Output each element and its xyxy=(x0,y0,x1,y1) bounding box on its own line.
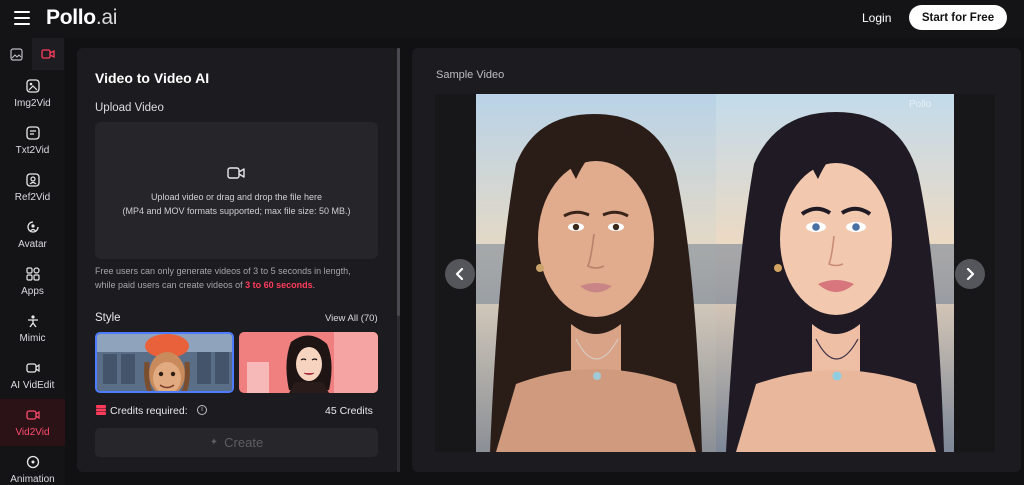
rail-item-ref2vid[interactable]: Ref2Vid xyxy=(0,164,65,211)
side-rail: Img2Vid Txt2Vid Ref2Vid Avatar Apps Mimi… xyxy=(0,38,65,485)
rail-item-apps[interactable]: Apps xyxy=(0,258,65,305)
animation-icon xyxy=(25,454,41,470)
rail-item-label: Ref2Vid xyxy=(14,192,51,203)
sample-video-stylized[interactable] xyxy=(716,94,954,452)
rail-item-avatar[interactable]: Avatar xyxy=(0,211,65,258)
rail-item-vid2vid[interactable]: Vid2Vid xyxy=(0,399,65,446)
note-suffix: . xyxy=(312,280,316,290)
sample-video-label: Sample Video xyxy=(436,69,505,81)
reference-video-icon xyxy=(25,172,41,188)
dropzone-instructions: Upload video or drag and drop the file h… xyxy=(150,192,323,202)
upload-video-label: Upload Video xyxy=(95,102,164,114)
logo-main: Pollo xyxy=(46,6,96,29)
length-note: Free users can only generate videos of 3… xyxy=(95,266,351,276)
panel-scrollbar-thumb[interactable] xyxy=(397,48,400,316)
sample-video-original[interactable] xyxy=(476,94,716,452)
start-for-free-button[interactable]: Start for Free xyxy=(909,5,1007,30)
rail-item-animation[interactable]: Animation xyxy=(0,446,65,485)
note-prefix: while paid users can create videos of xyxy=(95,280,246,290)
mimic-icon xyxy=(25,313,41,329)
apps-icon xyxy=(25,266,41,282)
logo[interactable]: Pollo.ai xyxy=(46,6,117,30)
login-link[interactable]: Login xyxy=(862,11,891,25)
rail-item-label: Apps xyxy=(21,286,44,297)
video-to-video-icon xyxy=(25,407,41,423)
style-thumbnail-comic[interactable] xyxy=(239,332,378,393)
chevron-right-icon xyxy=(966,268,975,280)
style-label: Style xyxy=(95,312,121,324)
rail-item-img2vid[interactable]: Img2Vid xyxy=(0,70,65,117)
avatar-icon xyxy=(25,219,41,235)
rail-item-label: AI VidEdit xyxy=(10,380,55,391)
rail-item-txt2vid[interactable]: Txt2Vid xyxy=(0,117,65,164)
menu-icon[interactable] xyxy=(14,11,30,25)
rail-item-mimic[interactable]: Mimic xyxy=(0,305,65,352)
image-mode-icon[interactable] xyxy=(0,38,32,70)
text-video-icon xyxy=(25,125,41,141)
note-highlight: 3 to 60 seconds xyxy=(245,280,313,290)
rail-item-label: Img2Vid xyxy=(14,98,51,109)
rail-item-label: Vid2Vid xyxy=(15,427,50,438)
video-mode-icon[interactable] xyxy=(32,38,64,70)
rail-mode-switch xyxy=(0,38,65,70)
rail-item-ai-videdit[interactable]: AI VidEdit xyxy=(0,352,65,399)
logo-tld: .ai xyxy=(95,6,118,29)
credits-required-label: Credits required: xyxy=(110,405,188,417)
rail-item-label: Mimic xyxy=(19,333,46,344)
chevron-left-icon xyxy=(455,268,464,280)
rail-item-label: Txt2Vid xyxy=(15,145,50,156)
create-button-label: Create xyxy=(224,435,264,450)
pollo-watermark: Pollo xyxy=(909,99,932,110)
previous-sample-button[interactable] xyxy=(445,259,475,289)
video-dropzone[interactable]: Upload video or drag and drop the file h… xyxy=(95,122,378,259)
next-sample-button[interactable] xyxy=(955,259,985,289)
credits-coin-icon xyxy=(96,405,106,415)
style-thumbnail-3d-cartoon[interactable] xyxy=(95,332,234,393)
dropzone-formats: (MP4 and MOV formats supported; max file… xyxy=(122,206,351,216)
rail-item-label: Avatar xyxy=(18,239,47,250)
video-edit-icon xyxy=(25,360,41,376)
length-note-paid: while paid users can create videos of 3 … xyxy=(95,280,315,290)
video-camera-icon xyxy=(227,167,245,179)
top-bar: Pollo.ai Login Start for Free xyxy=(0,0,1024,38)
credits-value: 45 Credits xyxy=(325,405,373,417)
sparkle-icon: ✦ xyxy=(209,437,219,448)
page-title: Video to Video AI xyxy=(95,70,210,86)
create-button[interactable]: ✦ Create xyxy=(95,428,378,457)
rail-item-label: Animation xyxy=(10,474,55,485)
info-icon[interactable]: i xyxy=(197,405,207,415)
view-all-styles-link[interactable]: View All (70) xyxy=(325,313,378,324)
image-video-icon xyxy=(25,78,41,94)
